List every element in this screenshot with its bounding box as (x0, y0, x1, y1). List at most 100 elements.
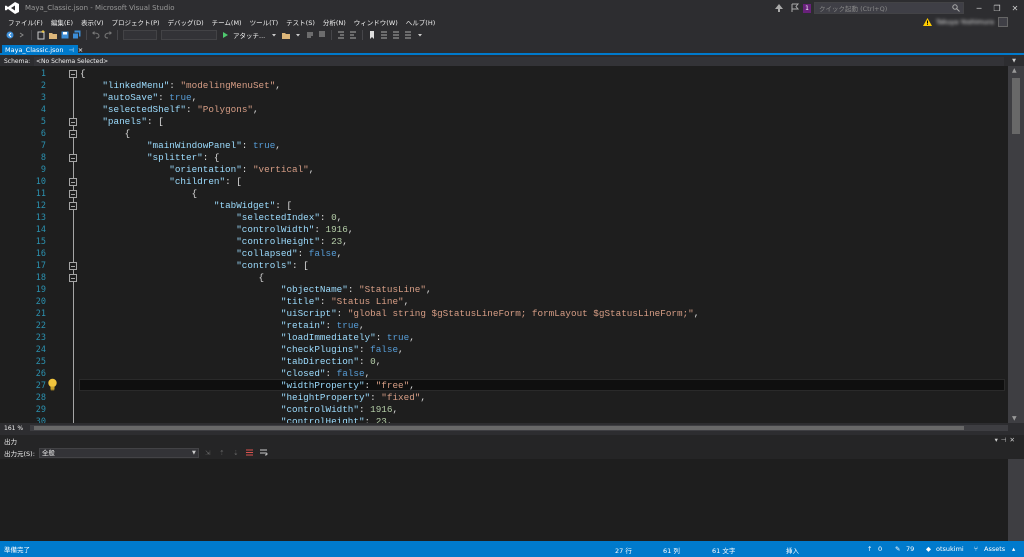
scroll-up-icon[interactable]: ▲ (1012, 67, 1017, 74)
forward-icon[interactable] (17, 30, 27, 40)
collapse-toggle-icon[interactable] (69, 154, 77, 162)
menu-help[interactable]: ヘルプ(H) (402, 17, 439, 27)
code-line[interactable]: { (80, 272, 265, 284)
code-line[interactable]: "controlWidth": 1916, (80, 224, 353, 236)
close-window-button[interactable]: ✕ (1006, 0, 1024, 16)
status-changes-count[interactable]: 79 (906, 545, 914, 553)
dropdown-arrow-icon[interactable] (293, 30, 303, 40)
start-icon[interactable] (220, 30, 230, 40)
menu-edit[interactable]: 編集(E) (47, 17, 77, 27)
code-line[interactable]: "widthProperty": "free", (80, 380, 415, 392)
code-line[interactable]: "checkPlugins": false, (80, 344, 404, 356)
code-line[interactable]: "children": [ (80, 176, 242, 188)
output-source-select[interactable]: 全般 ▼ (38, 447, 199, 458)
code-line[interactable]: "autoSave": true, (80, 92, 197, 104)
status-repository[interactable]: otsukimi (936, 545, 964, 553)
collapse-toggle-icon[interactable] (69, 274, 77, 282)
output-vertical-scrollbar[interactable] (1008, 459, 1024, 541)
scroll-down-icon[interactable]: ▼ (1012, 415, 1017, 422)
menu-debug[interactable]: デバッグ(D) (164, 17, 208, 27)
collapse-toggle-icon[interactable] (69, 190, 77, 198)
format-document-icon[interactable] (305, 30, 315, 40)
scrollbar-thumb[interactable] (1012, 78, 1020, 134)
status-unpushed-count[interactable]: 0 (878, 545, 882, 553)
collapse-toggle-icon[interactable] (69, 130, 77, 138)
lightbulb-icon[interactable] (47, 378, 58, 391)
collapse-toggle-icon[interactable] (69, 262, 77, 270)
word-wrap-icon[interactable] (259, 448, 269, 458)
code-editor[interactable]: 1 2 3 4 5 6 7 8 9 10 11 12 13 14 15 16 17 18 19 20 21 22 23 24 2… (0, 66, 1008, 423)
editor-horizontal-scrollbar[interactable] (30, 425, 1008, 431)
code-line[interactable]: "controls": [ (80, 260, 309, 272)
up-arrow-icon[interactable]: ↑ (867, 545, 872, 553)
solution-platform-select[interactable] (161, 30, 217, 40)
code-line[interactable]: "controlHeight": 23, (80, 236, 348, 248)
attach-button[interactable]: アタッチ... (233, 30, 265, 40)
branch-icon[interactable]: ⑂ (974, 545, 978, 553)
chevron-down-icon[interactable]: ▼ (1012, 58, 1016, 64)
notification-count-badge[interactable]: 1 (803, 3, 811, 13)
quick-launch-input[interactable]: クイック起動 (Ctrl+Q) (814, 2, 964, 14)
panel-window-buttons[interactable]: ▾⊣✕ (995, 436, 1018, 444)
pencil-icon[interactable]: ✎ (895, 545, 900, 553)
menu-team[interactable]: チーム(M) (208, 17, 246, 27)
menu-analyze[interactable]: 分析(N) (319, 17, 350, 27)
repository-icon[interactable]: ◆ (926, 545, 931, 553)
code-line[interactable]: "objectName": "StatusLine", (80, 284, 432, 296)
go-to-location-icon[interactable]: ⇲ (203, 448, 213, 458)
tab-maya-classic-json[interactable]: Maya_Classic.json ⊣ × (2, 45, 83, 55)
code-line[interactable]: "loadImmediately": true, (80, 332, 415, 344)
code-line[interactable]: "retain": true, (80, 320, 365, 332)
bookmark-icon[interactable] (367, 30, 377, 40)
next-message-icon[interactable]: ⇣ (231, 448, 241, 458)
code-line[interactable]: "tabWidget": [ (80, 200, 292, 212)
notifications-flag-icon[interactable] (790, 3, 800, 13)
new-project-icon[interactable] (36, 30, 46, 40)
code-line[interactable]: "mainWindowPanel": true, (80, 140, 281, 152)
feedback-icon[interactable] (774, 3, 784, 13)
menu-file[interactable]: ファイル(F) (4, 17, 47, 27)
code-line[interactable]: "collapsed": false, (80, 248, 342, 260)
code-line[interactable]: "selectedShelf": "Polygons", (80, 104, 258, 116)
minimize-button[interactable]: ─ (970, 0, 988, 16)
avatar[interactable] (998, 17, 1008, 27)
menu-view[interactable]: 表示(V) (77, 17, 108, 27)
zoom-level[interactable]: 161 % (0, 425, 24, 432)
collapse-toggle-icon[interactable] (69, 202, 77, 210)
code-line[interactable]: { (80, 128, 131, 140)
prev-message-icon[interactable]: ⇡ (217, 448, 227, 458)
code-line[interactable]: "linkedMenu": "modelingMenuSet", (80, 80, 281, 92)
pin-icon[interactable]: ⊣ (69, 47, 74, 54)
code-line[interactable]: "splitter": { (80, 152, 220, 164)
user-account[interactable]: Takuya Yoshimura (923, 16, 1008, 28)
menu-project[interactable]: プロジェクト(P) (108, 17, 164, 27)
open-file-icon[interactable] (48, 30, 58, 40)
schema-select[interactable]: <No Schema Selected> (34, 57, 1004, 66)
code-line[interactable]: "orientation": "vertical", (80, 164, 314, 176)
code-line[interactable]: "title": "Status Line", (80, 296, 409, 308)
code-line[interactable]: "selectedIndex": 0, (80, 212, 342, 224)
collapse-toggle-icon[interactable] (69, 178, 77, 186)
code-line[interactable]: "heightProperty": "fixed", (80, 392, 426, 404)
comment-icon[interactable] (317, 30, 327, 40)
clear-bookmarks-icon[interactable] (403, 30, 413, 40)
back-icon[interactable] (5, 30, 15, 40)
clear-all-icon[interactable] (245, 448, 255, 458)
restore-button[interactable]: ❐ (988, 0, 1006, 16)
code-line[interactable]: "closed": false, (80, 368, 370, 380)
menu-test[interactable]: テスト(S) (282, 17, 319, 27)
solution-configuration-select[interactable] (123, 30, 157, 40)
code-line[interactable]: "controlHeight": 23, (80, 416, 393, 423)
save-all-icon[interactable] (72, 30, 82, 40)
redo-icon[interactable] (103, 30, 113, 40)
code-line[interactable]: "controlWidth": 1916, (80, 404, 398, 416)
prev-bookmark-icon[interactable] (379, 30, 389, 40)
next-bookmark-icon[interactable] (391, 30, 401, 40)
collapse-toggle-icon[interactable] (69, 70, 77, 78)
code-line[interactable]: { (80, 188, 198, 200)
toolbar-options-icon[interactable] (415, 30, 425, 40)
menu-window[interactable]: ウィンドウ(W) (350, 17, 402, 27)
indent-icon[interactable] (348, 30, 358, 40)
save-icon[interactable] (60, 30, 70, 40)
code-line[interactable]: "uiScript": "global string $gStatusLineF… (80, 308, 699, 320)
